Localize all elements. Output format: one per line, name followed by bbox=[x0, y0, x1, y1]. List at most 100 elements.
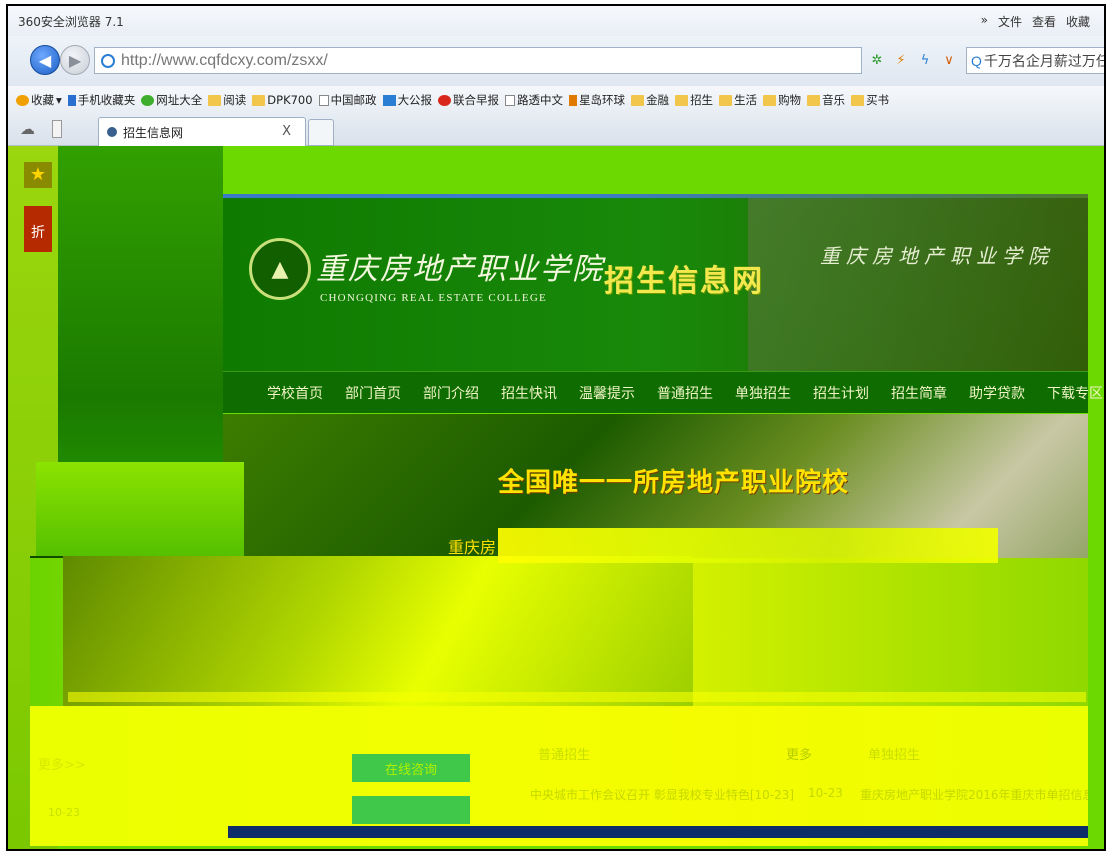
secondary-button[interactable] bbox=[352, 796, 470, 824]
bookmark-mobile[interactable]: 手机收藏夹 bbox=[67, 92, 135, 108]
bookmark-read[interactable]: 阅读 bbox=[208, 92, 246, 108]
header-photo bbox=[748, 198, 1088, 371]
web-page: ★ 折 重庆房地产职业学院 ▲ 重庆房地产职业学院 CHONGQING REAL… bbox=[8, 146, 1104, 849]
back-arrow-icon: ◀ bbox=[38, 50, 52, 70]
back-button[interactable]: ◀ bbox=[30, 45, 60, 75]
page-icon bbox=[318, 94, 329, 106]
college-name: 重庆房地产职业学院 bbox=[316, 252, 604, 287]
menu-favorites[interactable]: 收藏 bbox=[1066, 13, 1090, 30]
dropdown-icon[interactable]: ∨ bbox=[940, 49, 958, 71]
tab-title: 招生信息网 bbox=[123, 125, 184, 140]
tab-admission[interactable]: 招生信息网 X bbox=[98, 117, 306, 146]
phone-icon bbox=[67, 94, 76, 106]
news-item-left-date: 10-23 bbox=[808, 786, 843, 800]
news-date: 10-23 bbox=[48, 806, 80, 819]
online-consult-button[interactable]: 在线咨询 bbox=[352, 754, 470, 782]
folder-icon bbox=[719, 94, 733, 106]
site-title: 招生信息网 bbox=[604, 264, 764, 299]
bookmark-favorites[interactable]: 收藏 ▾ bbox=[16, 92, 62, 108]
refresh-icon[interactable]: ✲ bbox=[868, 49, 886, 71]
nav-download[interactable]: 下载专区 bbox=[1047, 383, 1103, 403]
address-row: ◀ ▶ http://www.cqfdcxy.com/zsxx/ ✲ ⚡ ϟ ∨… bbox=[8, 36, 1104, 86]
forward-button[interactable]: ▶ bbox=[60, 45, 90, 75]
nav-plan[interactable]: 招生计划 bbox=[813, 383, 869, 403]
bookmark-zaobao[interactable]: 联合早报 bbox=[438, 92, 499, 108]
nav-regular-admission[interactable]: 普通招生 bbox=[657, 383, 713, 403]
folder-icon bbox=[851, 94, 865, 106]
menu-file[interactable]: 文件 bbox=[998, 13, 1022, 30]
folder-icon bbox=[675, 94, 689, 106]
bookmark-finance[interactable]: 金融 bbox=[631, 92, 669, 108]
bookmark-reuters[interactable]: 路透中文 bbox=[505, 92, 563, 108]
col-more-link[interactable]: 更多 bbox=[786, 744, 812, 763]
news-item-left[interactable]: 中央城市工作会议召开 彰显我校专业特色[10-23] bbox=[530, 786, 794, 803]
banner-overlay bbox=[36, 462, 244, 557]
tab-strip: ☁ 招生信息网 X bbox=[8, 114, 1104, 146]
nav-news[interactable]: 招生快讯 bbox=[501, 383, 557, 403]
nav-dept-home[interactable]: 部门首页 bbox=[345, 383, 401, 403]
bookmark-shopping[interactable]: 购物 bbox=[763, 92, 801, 108]
search-placeholder: 千万名企月薪过万任 bbox=[983, 52, 1106, 69]
globe-icon bbox=[141, 94, 155, 106]
news-area bbox=[30, 706, 1088, 846]
nav-single-admission[interactable]: 单独招生 bbox=[735, 383, 791, 403]
bookmark-books[interactable]: 买书 bbox=[851, 92, 889, 108]
top-menu: » 文件 查看 收藏 bbox=[981, 13, 1090, 30]
folder-icon bbox=[631, 94, 645, 106]
address-bar[interactable]: http://www.cqfdcxy.com/zsxx/ bbox=[94, 47, 862, 74]
folder-icon bbox=[763, 94, 777, 106]
new-tab-button[interactable] bbox=[308, 119, 334, 146]
forward-arrow-icon: ▶ bbox=[68, 50, 82, 70]
more-link[interactable]: 更多>> bbox=[38, 754, 86, 773]
app-title: 360安全浏览器 7.1 bbox=[18, 15, 124, 29]
regular-admission-heading[interactable]: 普通招生 bbox=[538, 744, 590, 763]
lower-banner bbox=[63, 556, 693, 706]
highlight-band bbox=[498, 528, 998, 563]
star-icon bbox=[16, 94, 29, 106]
address-tools: ✲ ⚡ ϟ ∨ bbox=[868, 49, 958, 71]
tab-close-button[interactable]: X bbox=[282, 124, 291, 139]
banner-subtext: 重庆房 bbox=[448, 538, 497, 557]
nav-school-home[interactable]: 学校首页 bbox=[267, 383, 323, 403]
main-nav: 学校首页 部门首页 部门介绍 招生快讯 温馨提示 普通招生 单独招生 招生计划 … bbox=[223, 371, 1103, 413]
side-star-icon[interactable]: ★ bbox=[24, 162, 52, 188]
cloud-icon[interactable]: ☁ bbox=[20, 120, 38, 138]
nav-tips[interactable]: 温馨提示 bbox=[579, 383, 635, 403]
banner-slogan: 全国唯一一所房地产职业院校 bbox=[498, 468, 850, 498]
folder-icon bbox=[252, 94, 266, 106]
nav-brochure[interactable]: 招生简章 bbox=[891, 383, 947, 403]
favicon-icon bbox=[107, 127, 117, 137]
url-text[interactable]: http://www.cqfdcxy.com/zsxx/ bbox=[121, 52, 328, 70]
page-icon bbox=[505, 94, 516, 106]
news-icon bbox=[569, 94, 578, 106]
single-admission-heading[interactable]: 单独招生 bbox=[868, 744, 920, 763]
nav-loan[interactable]: 助学贷款 bbox=[969, 383, 1025, 403]
news-icon bbox=[382, 94, 396, 106]
folder-icon bbox=[807, 94, 821, 106]
compat-icon[interactable]: ϟ bbox=[916, 49, 934, 71]
bookmark-post[interactable]: 中国邮政 bbox=[318, 92, 377, 108]
bookmark-music[interactable]: 音乐 bbox=[807, 92, 845, 108]
bookmark-dpk[interactable]: DPK700 bbox=[252, 93, 313, 107]
speed-icon[interactable]: ⚡ bbox=[892, 49, 910, 71]
bookmark-singtao[interactable]: 星岛环球 bbox=[569, 92, 625, 108]
bookmark-admission[interactable]: 招生 bbox=[675, 92, 713, 108]
menu-view[interactable]: 查看 bbox=[1032, 13, 1056, 30]
sidebar-toggle-icon[interactable] bbox=[52, 120, 62, 138]
site-icon bbox=[101, 53, 115, 68]
nav-dept-intro[interactable]: 部门介绍 bbox=[423, 383, 479, 403]
menu-more[interactable]: » bbox=[981, 13, 988, 30]
bookmark-life[interactable]: 生活 bbox=[719, 92, 757, 108]
search-icon: Q bbox=[971, 52, 982, 69]
bookmark-sites[interactable]: 网址大全 bbox=[141, 92, 202, 108]
page-bottom-strip bbox=[228, 826, 1088, 838]
browser-window: 360安全浏览器 7.1 » 文件 查看 收藏 ◀ ▶ http://www.c… bbox=[6, 4, 1106, 851]
bookmark-takungpao[interactable]: 大公报 bbox=[382, 92, 432, 108]
side-discount-badge[interactable]: 折 bbox=[24, 206, 52, 252]
folder-icon bbox=[208, 94, 222, 106]
header-photo-inscription: 重庆房地产职业学院 bbox=[820, 244, 1054, 268]
college-logo-icon[interactable]: ▲ bbox=[249, 238, 311, 300]
news-item-right[interactable]: 重庆房地产职业学院2016年重庆市单招信息公示 bbox=[860, 786, 1088, 803]
college-english-name: CHONGQING REAL ESTATE COLLEGE bbox=[320, 292, 547, 304]
search-box[interactable]: Q 千万名企月薪过万任 bbox=[966, 47, 1106, 74]
